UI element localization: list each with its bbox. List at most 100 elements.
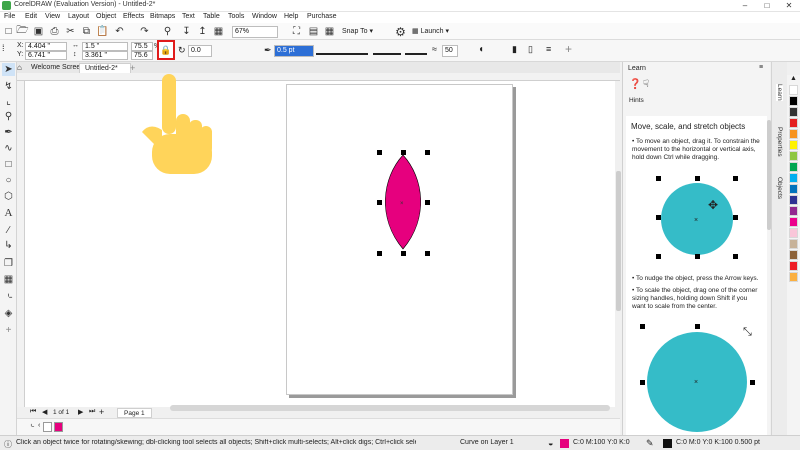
vertical-scroll-thumb[interactable]	[616, 171, 621, 311]
new-tab-plus-icon[interactable]: +	[130, 63, 135, 73]
zoom-tool-icon[interactable]: ⚲	[2, 110, 15, 123]
palette-swatch[interactable]	[789, 140, 798, 150]
copy-icon[interactable]: ⧉	[80, 25, 93, 38]
side-tab-properties[interactable]: Properties	[776, 127, 783, 157]
interactive-fill-icon[interactable]: ◈	[2, 307, 15, 320]
side-tab-objects[interactable]: Objects	[776, 177, 783, 199]
status-fill-swatch[interactable]	[560, 439, 569, 448]
start-arrow-select[interactable]	[373, 46, 401, 55]
add-tool-plus-icon[interactable]: +	[2, 324, 15, 337]
palette-swatch[interactable]	[789, 217, 798, 227]
rulers-icon[interactable]: ▤	[307, 25, 320, 38]
palette-swatch[interactable]	[789, 239, 798, 249]
snap-to-dropdown[interactable]: Snap To ▾	[342, 27, 373, 35]
menu-view[interactable]: View	[45, 13, 60, 20]
grid-icon[interactable]: ▦	[323, 25, 336, 38]
import-icon[interactable]: ↧	[180, 25, 193, 38]
palette-swatch[interactable]	[789, 151, 798, 161]
export-icon[interactable]: ↥	[196, 25, 209, 38]
freehand-tool-icon[interactable]: ✒	[2, 126, 15, 139]
pick-tool-icon[interactable]: ➤	[2, 63, 15, 76]
menu-bitmaps[interactable]: Bitmaps	[150, 13, 175, 20]
full-screen-icon[interactable]: ⛶	[290, 25, 303, 38]
publish-pdf-icon[interactable]: ▦	[212, 25, 225, 38]
add-page-plus-icon[interactable]: +	[99, 407, 104, 417]
handle-top-right[interactable]	[425, 150, 430, 155]
text-tool-icon[interactable]: A	[2, 206, 15, 219]
handle-bottom-center[interactable]	[401, 251, 406, 256]
close-button[interactable]: ✕	[779, 0, 799, 12]
palette-swatch[interactable]	[789, 85, 798, 95]
artistic-media-icon[interactable]: ∿	[2, 142, 15, 155]
palette-nav-left-icon[interactable]: ‹	[38, 422, 40, 429]
to-front-icon[interactable]: ▮	[512, 44, 517, 55]
first-page-icon[interactable]: ⏮	[30, 408, 36, 416]
palette-scroll-up-icon[interactable]: ▲	[790, 75, 797, 82]
status-outline-swatch[interactable]	[663, 439, 672, 448]
x-position-field[interactable]: 4.404 "	[25, 42, 67, 51]
menu-file[interactable]: File	[4, 13, 15, 20]
no-color-swatch[interactable]	[43, 422, 52, 432]
hints-pointer-icon[interactable]: ☟	[643, 79, 649, 90]
palette-swatch[interactable]	[789, 162, 798, 172]
side-tab-learn[interactable]: Learn	[776, 84, 783, 101]
palette-swatch[interactable]	[789, 129, 798, 139]
parallel-dimension-icon[interactable]: ∕	[2, 224, 15, 237]
outline-width-field[interactable]: 0.5 pt	[274, 45, 314, 57]
to-back-icon[interactable]: ▯	[528, 44, 533, 55]
menu-table[interactable]: Table	[203, 13, 220, 20]
palette-swatch[interactable]	[789, 195, 798, 205]
vertical-ruler[interactable]	[17, 81, 25, 407]
search-content-icon[interactable]: ⚲	[161, 25, 174, 38]
menu-purchase[interactable]: Purchase	[307, 13, 337, 20]
outline-style-select[interactable]	[316, 46, 368, 55]
palette-swatch[interactable]	[789, 107, 798, 117]
hints-question-icon[interactable]: ❓	[629, 79, 641, 90]
handle-middle-right[interactable]	[425, 200, 430, 205]
palette-swatch[interactable]	[789, 118, 798, 128]
cut-icon[interactable]: ✂	[64, 25, 77, 38]
menu-effects[interactable]: Effects	[123, 13, 144, 20]
smoothing-field[interactable]: 50	[442, 45, 458, 57]
undo-icon[interactable]: ↶	[113, 25, 126, 38]
eyedropper-tool-icon[interactable]: ⌎	[2, 291, 15, 304]
object-origin-icon[interactable]: ⁞	[2, 43, 5, 53]
horizontal-scrollbar[interactable]	[170, 405, 610, 411]
leaf-shape-selection[interactable]: ×	[372, 148, 436, 260]
handle-bottom-right[interactable]	[425, 251, 430, 256]
docker-menu-icon[interactable]: ≡	[759, 64, 763, 71]
handle-top-center[interactable]	[401, 150, 406, 155]
last-page-icon[interactable]: ⏭	[89, 408, 95, 416]
new-document-icon[interactable]: □	[2, 25, 15, 38]
align-distribute-icon[interactable]: ≡	[546, 44, 551, 54]
redo-icon[interactable]: ↷	[138, 25, 151, 38]
polygon-tool-icon[interactable]: ⬡	[2, 190, 15, 203]
tab-untitled-2[interactable]: Untitled-2*	[79, 63, 131, 73]
palette-swatch[interactable]	[789, 96, 798, 106]
shape-tool-icon[interactable]: ↯	[2, 80, 15, 93]
menu-object[interactable]: Object	[96, 13, 116, 20]
handle-bottom-left[interactable]	[377, 251, 382, 256]
palette-swatch[interactable]	[789, 272, 798, 282]
horizontal-ruler[interactable]	[17, 73, 620, 81]
zoom-level-select[interactable]: 67%	[232, 26, 278, 38]
handle-top-left[interactable]	[377, 150, 382, 155]
next-page-icon[interactable]: ▶	[78, 408, 83, 416]
palette-swatch[interactable]	[789, 261, 798, 271]
crop-tool-icon[interactable]: ⌞	[2, 95, 15, 108]
open-folder-icon[interactable]: 🗁	[16, 25, 29, 38]
y-position-field[interactable]: 6.741 "	[25, 51, 67, 60]
palette-swatch[interactable]	[789, 250, 798, 260]
paste-icon[interactable]: 📋	[96, 25, 109, 38]
connector-tool-icon[interactable]: ↳	[2, 239, 15, 252]
angle-field[interactable]: 0.0	[188, 45, 212, 57]
rectangle-tool-icon[interactable]: □	[2, 158, 15, 171]
menu-help[interactable]: Help	[284, 13, 298, 20]
palette-swatch[interactable]	[789, 206, 798, 216]
handle-middle-left[interactable]	[377, 200, 382, 205]
text-wrap-icon[interactable]: ◖	[478, 44, 484, 55]
menu-window[interactable]: Window	[252, 13, 277, 20]
scale-height-field[interactable]: 75.6	[131, 51, 153, 60]
menu-text[interactable]: Text	[182, 13, 195, 20]
menu-edit[interactable]: Edit	[25, 13, 37, 20]
